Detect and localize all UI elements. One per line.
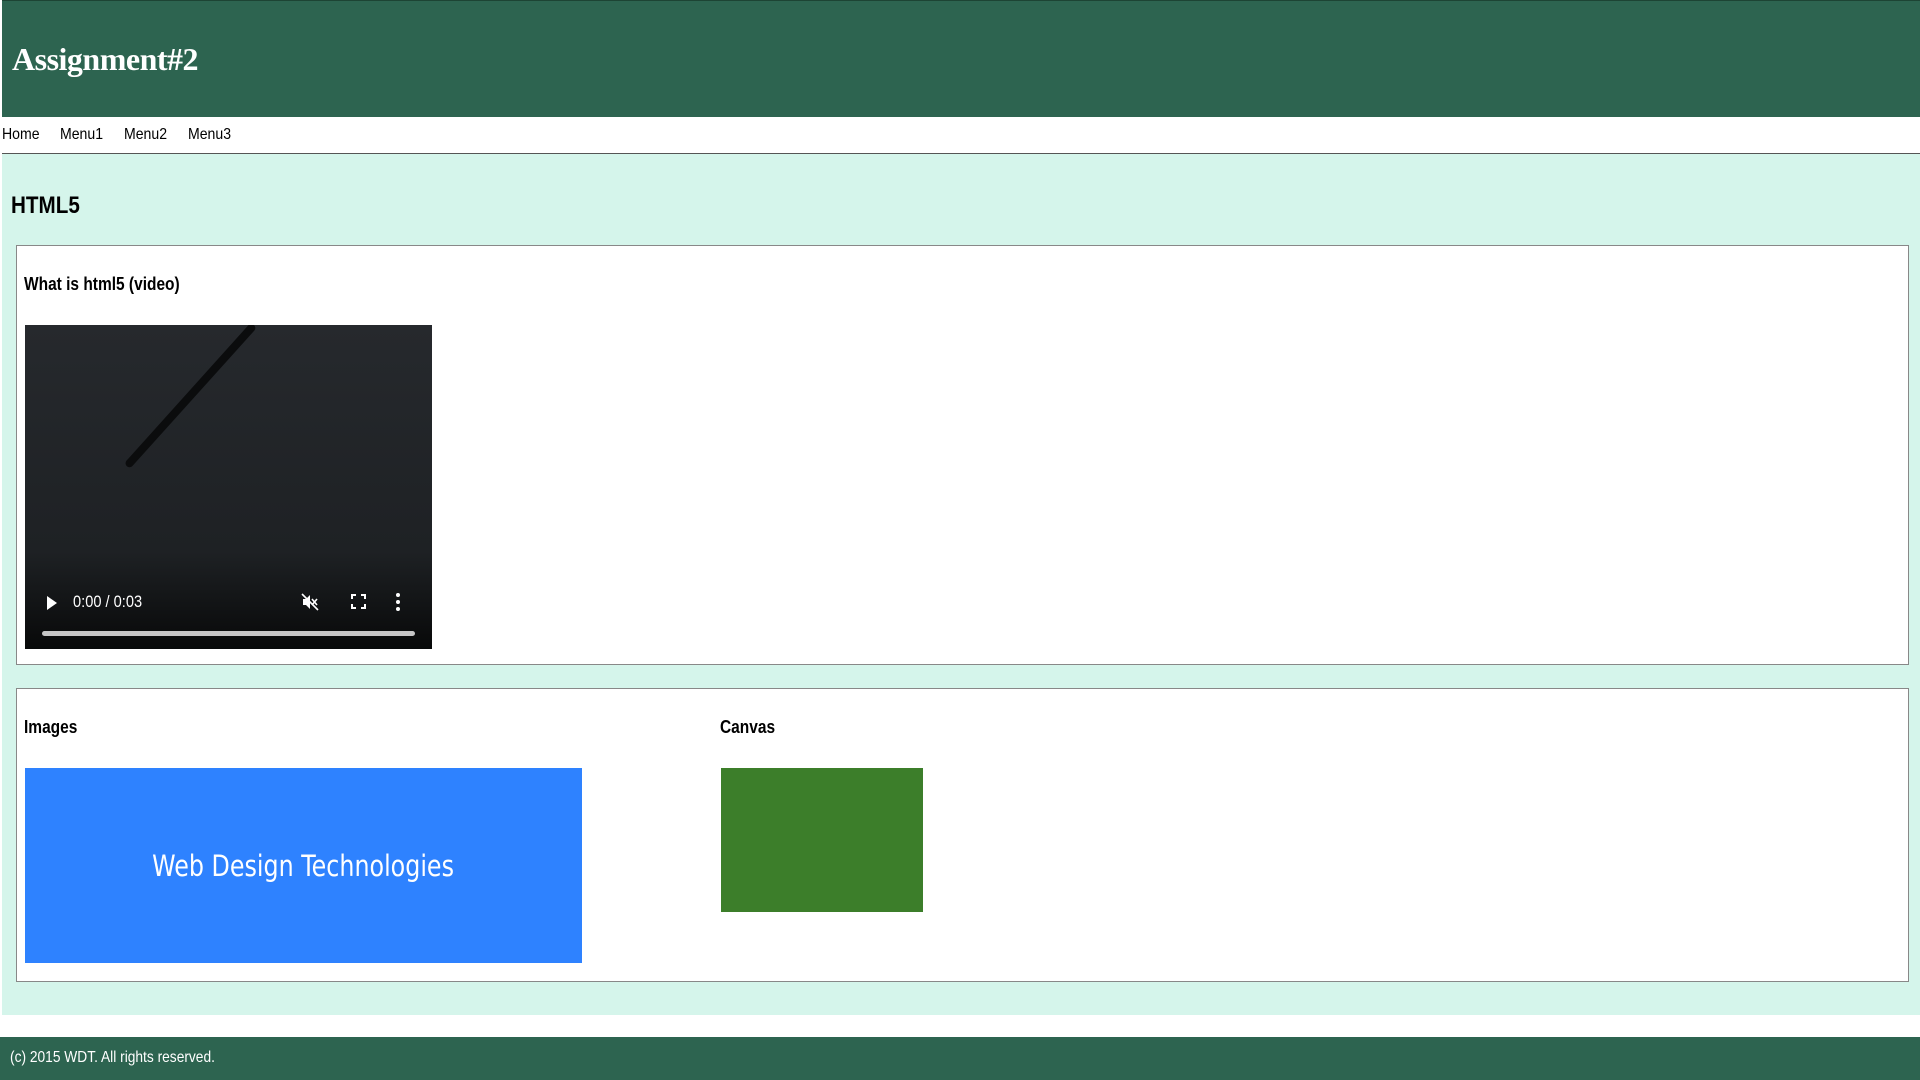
video-heading: What is html5 (video) <box>24 274 180 294</box>
banner-text: Web Design Technologies <box>152 848 455 883</box>
copyright-text: (c) 2015 WDT. All rights reserved. <box>10 1049 215 1066</box>
web-design-banner-image: Web Design Technologies <box>25 768 582 963</box>
more-options-icon[interactable] <box>395 592 401 612</box>
media-section: Images Web Design Technologies Canvas <box>16 688 1909 982</box>
video-player[interactable]: 0:00 / 0:03 <box>25 325 432 649</box>
video-time: 0:00 / 0:03 <box>73 592 143 611</box>
video-frame-content <box>123 325 257 469</box>
muted-icon[interactable] <box>301 593 319 611</box>
nav-item-home[interactable]: Home <box>2 126 40 144</box>
play-icon[interactable] <box>47 596 57 610</box>
nav-item-menu2[interactable]: Menu2 <box>124 126 167 144</box>
site-footer: (c) 2015 WDT. All rights reserved. <box>0 1037 1920 1080</box>
canvas-element <box>721 768 923 912</box>
video-section: What is html5 (video) 0:00 / 0:03 <box>16 245 1909 665</box>
site-header: Assignment#2 <box>2 0 1920 117</box>
nav-item-menu1[interactable]: Menu1 <box>60 126 103 144</box>
fullscreen-icon[interactable] <box>351 594 366 609</box>
page-title: HTML5 <box>11 192 80 219</box>
nav-item-menu3[interactable]: Menu3 <box>188 126 231 144</box>
images-heading: Images <box>24 717 78 737</box>
canvas-heading: Canvas <box>720 717 776 737</box>
video-progress-bar[interactable] <box>42 631 415 636</box>
main-nav: Home Menu1 Menu2 Menu3 <box>0 117 1920 153</box>
video-controls: 0:00 / 0:03 <box>25 559 432 649</box>
site-title: Assignment#2 <box>12 41 199 77</box>
main-content: HTML5 What is html5 (video) 0:00 / 0:03 <box>2 153 1920 1015</box>
